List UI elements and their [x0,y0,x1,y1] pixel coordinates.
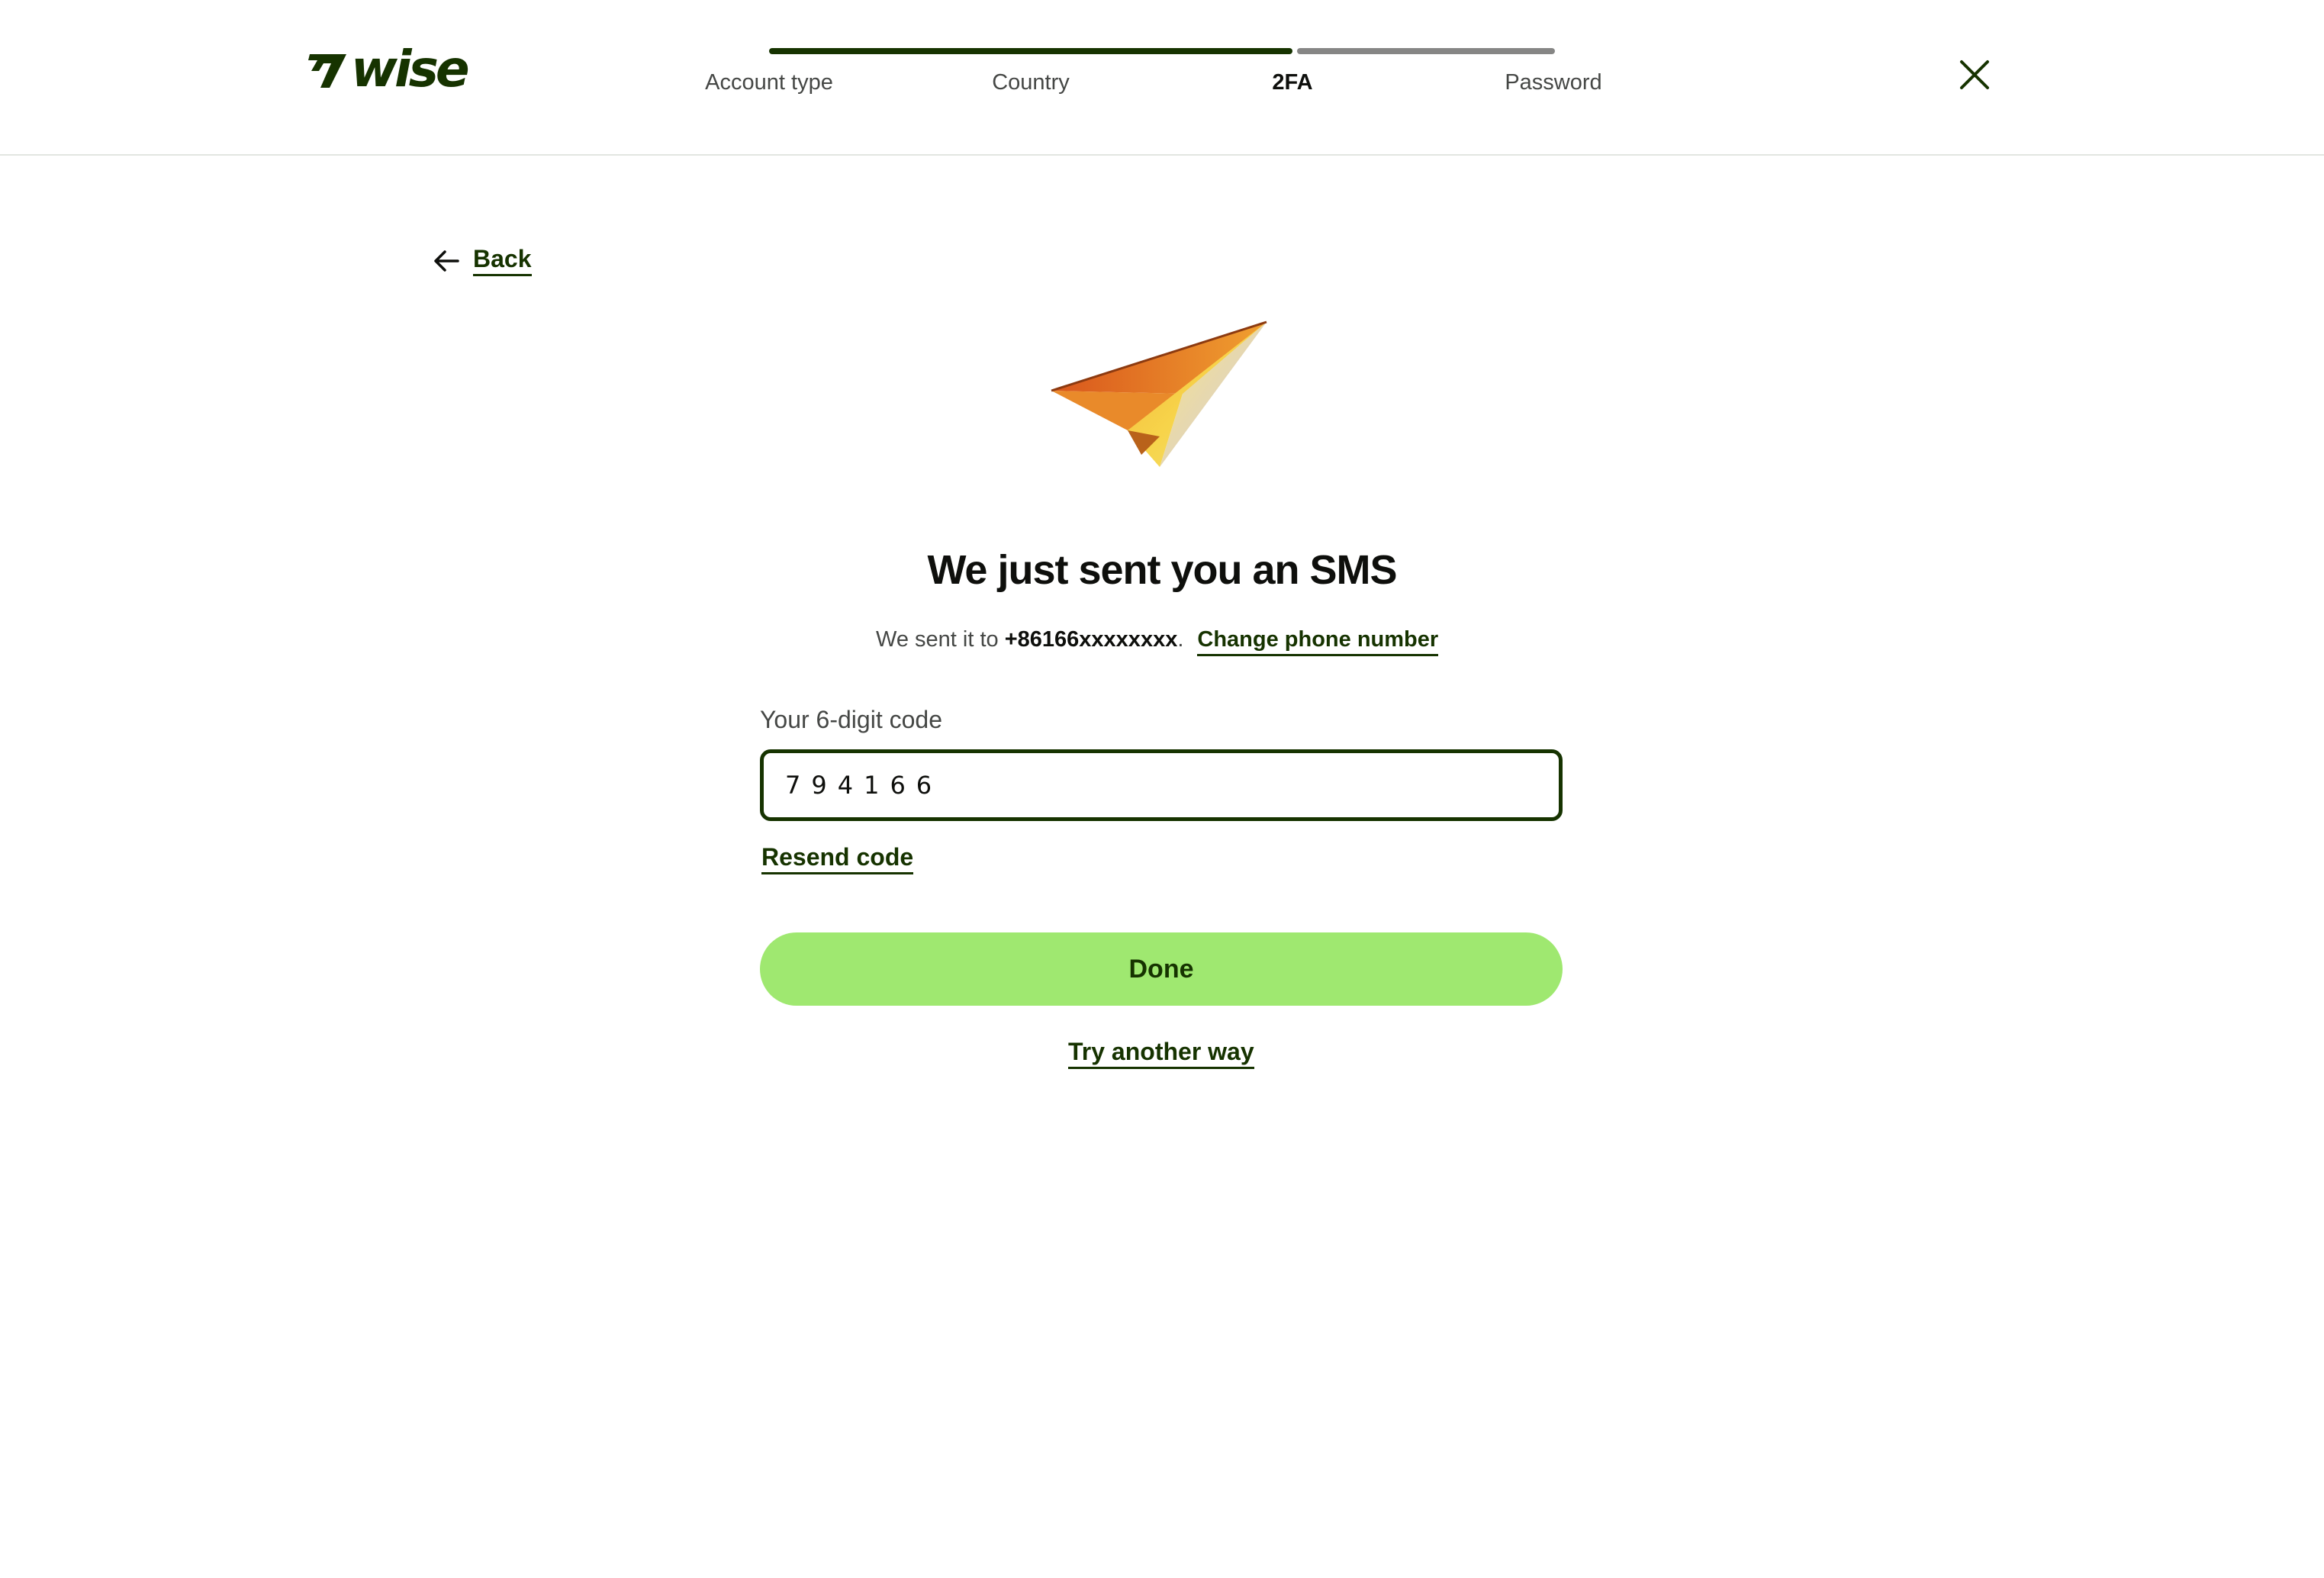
done-button[interactable]: Done [760,932,1563,1006]
top-bar: wise Account type Country 2FA Password [0,0,2324,156]
step-password: Password [1505,70,1602,95]
sent-suffix: . [1177,627,1184,652]
arrow-left-icon [434,250,459,272]
change-phone-link[interactable]: Change phone number [1197,627,1439,656]
code-field-label: Your 6-digit code [760,706,942,733]
progress-bar-remaining [1297,48,1555,54]
resend-code-link[interactable]: Resend code [761,843,914,875]
verification-code-input[interactable] [760,749,1563,821]
sms-sent-message: We sent it to +86166xxxxxxxx . Change ph… [876,627,1439,656]
sent-prefix: We sent it to [876,627,1005,652]
try-another-way-link[interactable]: Try another way [1068,1038,1254,1070]
paper-plane-icon [1051,320,1267,467]
masked-phone-number: +86166xxxxxxxx [1004,627,1178,652]
back-label: Back [473,245,532,277]
back-button[interactable]: Back [433,245,532,277]
step-account-type: Account type [705,70,833,95]
step-country: Country [992,70,1070,95]
step-2fa: 2FA [1272,70,1313,95]
page-title: We just sent you an SMS [927,547,1397,593]
progress-bar-complete [769,48,1292,54]
close-button[interactable] [1958,58,1991,92]
close-icon [1960,60,1989,89]
